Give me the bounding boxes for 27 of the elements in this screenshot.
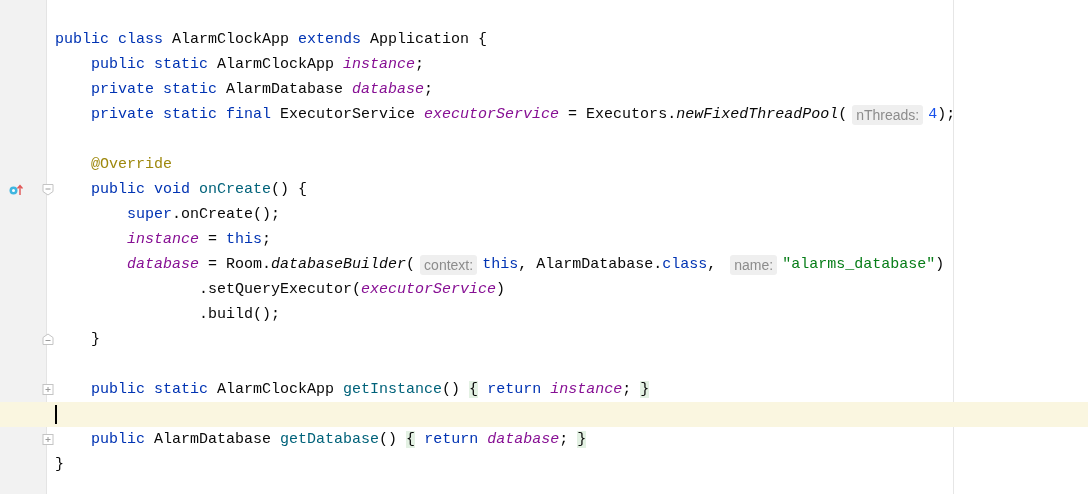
inlay-hint: name: [730, 254, 778, 275]
code-text: public void onCreate() { [90, 179, 308, 200]
expand-icon[interactable] [42, 383, 54, 396]
code-text: "alarms_database") [782, 254, 945, 275]
code-text: .setQueryExecutor(executorService) [198, 279, 506, 300]
code-text: public AlarmDatabase getDatabase() { return database; } [90, 429, 587, 450]
code-text: } [55, 454, 64, 475]
code-text: .build(); [198, 304, 281, 325]
code-text: } [90, 329, 100, 350]
code-text: this, AlarmDatabase.class, [482, 254, 718, 275]
code-text: private static final ExecutorService executorService = Executors.newFixedThreadPool( [90, 104, 848, 125]
code-text: database = Room.databaseBuilder( [126, 254, 416, 275]
collapse-icon[interactable] [42, 183, 54, 196]
code-text: public class AlarmClockApp extends Application { [55, 29, 488, 50]
code-text: instance = this; [126, 229, 272, 250]
code-text: private static AlarmDatabase database; [90, 79, 434, 100]
collapse-icon[interactable] [42, 333, 54, 346]
circle-arrow-icon[interactable] [9, 183, 23, 196]
inlay-hint: context: [420, 254, 478, 275]
code-text: 4); [928, 104, 956, 125]
code-text: public static AlarmClockApp instance; [90, 54, 425, 75]
code-text: @Override [90, 154, 173, 175]
code-text: super.onCreate(); [126, 204, 281, 225]
inlay-hint: nThreads: [852, 104, 924, 125]
expand-icon[interactable] [42, 433, 54, 446]
text-caret [55, 405, 57, 424]
code-text: public static AlarmClockApp getInstance() { return instance; } [90, 379, 650, 400]
